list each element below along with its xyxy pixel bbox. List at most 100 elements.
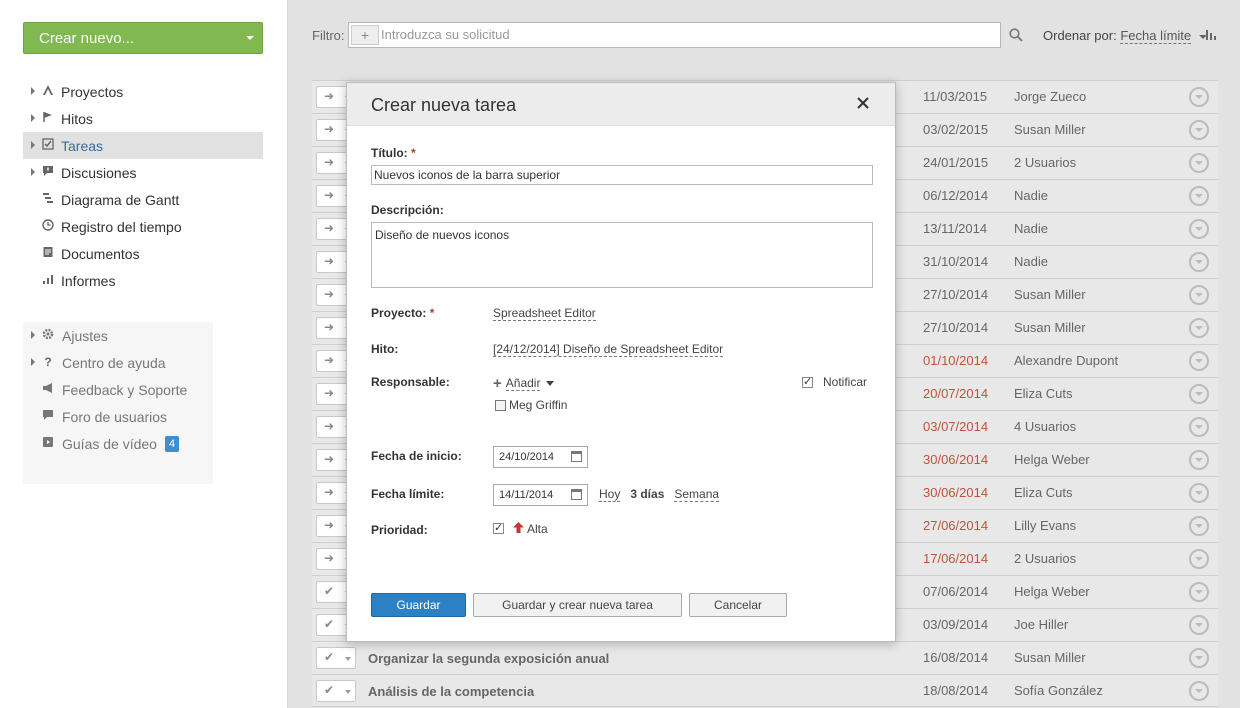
sort-label: Ordenar por: xyxy=(1043,28,1117,43)
task-status-button[interactable]: ✔ xyxy=(316,647,356,669)
add-filter-button[interactable]: + xyxy=(351,25,379,45)
task-menu-icon[interactable] xyxy=(1189,87,1209,107)
start-date-label: Fecha de inicio: xyxy=(371,449,462,463)
task-assignee: Eliza Cuts xyxy=(1014,485,1073,500)
create-new-label: Crear nuevo... xyxy=(39,29,135,47)
sidebar-item-time-tracking[interactable]: Registro del tiempo xyxy=(23,213,263,240)
notify-checkbox[interactable] xyxy=(802,375,813,388)
task-menu-icon[interactable] xyxy=(1189,252,1209,272)
due-date-input[interactable]: 14/11/2014 xyxy=(493,484,588,506)
task-assignee: 2 Usuarios xyxy=(1014,551,1077,566)
documents-icon xyxy=(41,246,55,260)
search-icon[interactable] xyxy=(1009,28,1023,42)
sidebar-item-help-center[interactable]: ? Centro de ayuda xyxy=(23,349,213,376)
due-3days-link[interactable]: 3 días xyxy=(630,487,664,502)
expand-arrow-icon[interactable] xyxy=(31,358,35,366)
calendar-icon[interactable] xyxy=(571,489,582,500)
task-assignee: Susan Miller xyxy=(1014,287,1086,302)
task-menu-icon[interactable] xyxy=(1189,582,1209,602)
dialog-header: Crear nueva tarea xyxy=(347,83,895,126)
plus-icon: + xyxy=(493,375,502,392)
description-textarea[interactable]: Diseño de nuevos iconos xyxy=(371,222,873,288)
filter-input-box[interactable]: + Introduzca su solicitud xyxy=(348,22,1001,48)
expand-arrow-icon[interactable] xyxy=(31,141,35,149)
sidebar-item-label: Proyectos xyxy=(61,83,124,100)
sidebar-item-video-guides[interactable]: Guías de vídeo 4 xyxy=(23,430,213,457)
project-select-link[interactable]: Spreadsheet Editor xyxy=(493,306,596,321)
save-and-new-button[interactable]: Guardar y crear nueva tarea xyxy=(473,593,682,617)
task-title[interactable]: Organizar la segunda exposición anual xyxy=(368,651,609,666)
help-icon: ? xyxy=(44,355,52,369)
notify-checkbox-wrap[interactable]: Notificar xyxy=(802,375,867,389)
cancel-button[interactable]: Cancelar xyxy=(689,593,787,617)
close-icon[interactable] xyxy=(855,95,871,111)
sidebar-item-feedback[interactable]: Feedback y Soporte xyxy=(23,376,213,403)
sidebar-item-tasks[interactable]: Tareas xyxy=(23,132,263,159)
task-menu-icon[interactable] xyxy=(1189,318,1209,338)
calendar-icon[interactable] xyxy=(571,451,582,462)
priority-control[interactable]: Alta xyxy=(493,521,548,536)
due-week-link[interactable]: Semana xyxy=(674,487,720,502)
sidebar-item-label: Discusiones xyxy=(61,164,137,181)
task-due-date: 27/06/2014 xyxy=(923,518,989,533)
sidebar-item-documents[interactable]: Documentos xyxy=(23,240,263,267)
start-date-input[interactable]: 24/10/2014 xyxy=(493,446,588,468)
title-input[interactable] xyxy=(371,165,873,185)
task-menu-icon[interactable] xyxy=(1189,384,1209,404)
sidebar-item-reports[interactable]: Informes xyxy=(23,267,263,294)
task-status-button[interactable]: ✔ xyxy=(316,680,356,702)
create-task-dialog: Crear nueva tarea Título: * Descripción:… xyxy=(346,82,896,642)
table-row[interactable]: ✔ Análisis de la competencia 18/08/2014 Sof… xyxy=(312,674,1218,707)
task-menu-icon[interactable] xyxy=(1189,153,1209,173)
task-title[interactable]: Análisis de la competencia xyxy=(368,684,534,699)
task-menu-icon[interactable] xyxy=(1189,681,1209,701)
responsible-field-label: Responsable: xyxy=(371,375,450,389)
task-menu-icon[interactable] xyxy=(1189,648,1209,668)
save-button[interactable]: Guardar xyxy=(371,593,466,617)
sort-value-link[interactable]: Fecha límite xyxy=(1120,28,1192,44)
task-menu-icon[interactable] xyxy=(1189,120,1209,140)
task-assignee: Nadie xyxy=(1014,254,1048,269)
task-due-date: 03/09/2014 xyxy=(923,617,989,632)
task-assignee: Eliza Cuts xyxy=(1014,386,1073,401)
task-assignee: Alexandre Dupont xyxy=(1014,353,1119,368)
add-responsible-link[interactable]: + Añadir xyxy=(493,375,555,392)
task-due-date: 01/10/2014 xyxy=(923,353,989,368)
expand-arrow-icon[interactable] xyxy=(31,168,35,176)
task-menu-icon[interactable] xyxy=(1189,516,1209,536)
task-menu-icon[interactable] xyxy=(1189,483,1209,503)
secondary-nav: Ajustes ? Centro de ayuda Feedback y Sop… xyxy=(23,322,213,484)
responsible-person[interactable]: Meg Griffin xyxy=(495,398,567,412)
task-menu-icon[interactable] xyxy=(1189,285,1209,305)
task-menu-icon[interactable] xyxy=(1189,351,1209,371)
task-assignee: 2 Usuarios xyxy=(1014,155,1077,170)
main-nav: Proyectos Hitos Tareas Discusiones Diagr… xyxy=(23,78,263,294)
task-menu-icon[interactable] xyxy=(1189,417,1209,437)
milestone-select-link[interactable]: [24/12/2014] Diseño de Spreadsheet Edito… xyxy=(493,342,724,357)
sidebar-item-user-forum[interactable]: Foro de usuarios xyxy=(23,403,213,430)
filter-input[interactable]: Introduzca su solicitud xyxy=(381,27,510,42)
expand-arrow-icon[interactable] xyxy=(31,331,35,339)
expand-arrow-icon[interactable] xyxy=(31,87,35,95)
task-assignee: Sofía González xyxy=(1014,683,1103,698)
due-today-link[interactable]: Hoy xyxy=(599,487,621,502)
table-row[interactable]: ✔ Organizar la segunda exposición anual 16… xyxy=(312,641,1218,674)
task-menu-icon[interactable] xyxy=(1189,615,1209,635)
sidebar-item-gantt[interactable]: Diagrama de Gantt xyxy=(23,186,263,213)
task-menu-icon[interactable] xyxy=(1189,549,1209,569)
create-new-button[interactable]: Crear nuevo... xyxy=(23,22,263,54)
priority-checkbox[interactable] xyxy=(493,521,504,534)
expand-arrow-icon[interactable] xyxy=(31,114,35,122)
sort-order-icon[interactable] xyxy=(1206,29,1218,41)
sidebar-item-milestones[interactable]: Hitos xyxy=(23,105,263,132)
sidebar-item-settings[interactable]: Ajustes xyxy=(23,322,213,349)
arrow-right-icon: ➜ xyxy=(324,353,335,367)
task-menu-icon[interactable] xyxy=(1189,186,1209,206)
arrow-right-icon: ➜ xyxy=(324,386,335,400)
task-menu-icon[interactable] xyxy=(1189,219,1209,239)
task-due-date: 13/11/2014 xyxy=(923,221,988,236)
check-icon: ✔ xyxy=(324,683,335,697)
task-menu-icon[interactable] xyxy=(1189,450,1209,470)
sidebar-item-projects[interactable]: Proyectos xyxy=(23,78,263,105)
sidebar-item-discussions[interactable]: Discusiones xyxy=(23,159,263,186)
